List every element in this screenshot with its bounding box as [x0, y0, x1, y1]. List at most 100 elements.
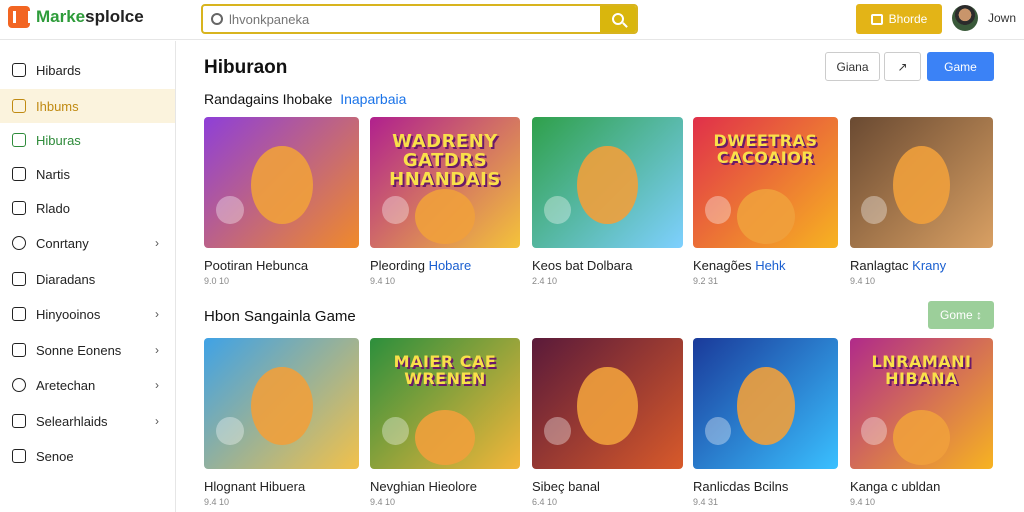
- game-title-text: Pleording: [370, 258, 425, 273]
- game-title[interactable]: Kanga c ubldan: [850, 479, 993, 494]
- game-title-text: Hlognant Hibuera: [204, 479, 306, 494]
- sidebar-item-label: Hinyooinos: [36, 306, 101, 322]
- game-thumbnail[interactable]: MAIER CAE WRENEN: [370, 338, 520, 469]
- game-button[interactable]: Game: [927, 52, 994, 81]
- game-title[interactable]: Ranlicdas Bcilns: [693, 479, 838, 494]
- sidebar-item[interactable]: Hibards: [0, 53, 175, 87]
- search-input[interactable]: [203, 6, 600, 32]
- settings-icon: [12, 236, 26, 250]
- game-card[interactable]: LNRAMANI HIBANA Kanga c ubldan 9.4 10: [850, 338, 993, 507]
- decor-shape: [382, 416, 409, 446]
- doc-icon: [12, 414, 26, 428]
- game-title[interactable]: Pootiran Hebunca: [204, 258, 359, 273]
- doc-icon: [12, 272, 26, 286]
- sidebar-item[interactable]: Aretechan ›: [0, 368, 175, 402]
- character-illustration: [250, 366, 313, 446]
- chevron-right-icon: ›: [155, 343, 159, 357]
- album-icon: [12, 99, 26, 113]
- game-thumbnail[interactable]: [204, 338, 359, 469]
- chevron-right-icon: ›: [155, 378, 159, 392]
- chevron-right-icon: ›: [155, 307, 159, 321]
- character-illustration: [577, 145, 638, 225]
- browse-button[interactable]: Bhorde: [856, 4, 942, 34]
- decor-shape: [861, 195, 888, 225]
- game-title-text: Ranlicdas Bcilns: [693, 479, 789, 494]
- game-thumbnail[interactable]: DWEETRAS CACOAIOR: [693, 117, 838, 248]
- section-2-game-button[interactable]: Gome ↕: [928, 301, 994, 329]
- sidebar-item-label: Sonne Eonens: [36, 342, 122, 358]
- section-title-1: Randagains Ihobake Inaparbaia: [204, 91, 406, 107]
- game-card[interactable]: DWEETRAS CACOAIOR Kenagões Hehk 9.2 31: [693, 117, 838, 286]
- expand-button[interactable]: ↗: [884, 52, 921, 81]
- decor-shape: [544, 416, 572, 446]
- game-card[interactable]: Ranlagtac Krany 9.4 10: [850, 117, 993, 286]
- game-title[interactable]: Kenagões Hehk: [693, 258, 838, 273]
- game-card[interactable]: Pootiran Hebunca 9.0 10: [204, 117, 359, 286]
- sidebar-item[interactable]: Sonne Eonens ›: [0, 333, 175, 367]
- game-rating: 9.4 10: [204, 497, 230, 507]
- magnifier-icon: [612, 13, 624, 25]
- sidebar-item[interactable]: Ihbums: [0, 89, 175, 123]
- game-card[interactable]: Hlognant Hibuera 9.4 10: [204, 338, 359, 507]
- game-thumbnail[interactable]: [532, 117, 683, 248]
- share-button[interactable]: Giana: [825, 52, 880, 81]
- avatar[interactable]: [952, 5, 978, 31]
- game-card[interactable]: WADRENY GATDRS HNANDAIS Pleording Hobare 9…: [370, 117, 520, 286]
- edit-icon: [12, 343, 26, 357]
- square-icon: [12, 307, 26, 321]
- game-title-highlight: Hobare: [428, 258, 472, 273]
- game-title[interactable]: Sibeç banal: [532, 479, 683, 494]
- sidebar-item-label: Aretechan: [36, 377, 96, 393]
- game-title[interactable]: Keos bat Dolbara: [532, 258, 683, 273]
- game-title[interactable]: Pleording Hobare: [370, 258, 520, 273]
- logo-text-prefix: Marke: [36, 7, 86, 26]
- game-thumbnail[interactable]: [532, 338, 683, 469]
- user-name[interactable]: Jown: [988, 11, 1016, 25]
- logo-icon: [8, 6, 30, 28]
- character-illustration: [250, 145, 313, 225]
- sidebar-item[interactable]: Hinyooinos ›: [0, 297, 175, 331]
- logo-text-suffix: splolce: [85, 7, 144, 26]
- game-thumbnail[interactable]: [850, 117, 993, 248]
- game-rating: 9.4 10: [370, 276, 396, 286]
- search-button[interactable]: [600, 6, 636, 32]
- game-card[interactable]: Keos bat Dolbara 2.4 10: [532, 117, 683, 286]
- game-thumbnail[interactable]: WADRENY GATDRS HNANDAIS: [370, 117, 520, 248]
- app-logo[interactable]: Markesplolce: [8, 6, 144, 28]
- sidebar-item-label: Conrtany: [36, 235, 89, 251]
- sidebar-item-label: Hibards: [36, 62, 81, 78]
- sidebar-item[interactable]: Senoe: [0, 439, 175, 473]
- grid-icon: [12, 133, 26, 147]
- sidebar-item[interactable]: Nartis: [0, 157, 175, 191]
- game-title-highlight: Krany: [912, 258, 947, 273]
- game-rating: 9.4 10: [850, 497, 876, 507]
- sidebar-item[interactable]: Hiburas: [0, 123, 175, 157]
- character-illustration: [892, 145, 951, 225]
- game-thumbnail[interactable]: [204, 117, 359, 248]
- check-icon: [12, 167, 26, 181]
- section-1-link[interactable]: Inaparbaia: [340, 91, 406, 107]
- game-card[interactable]: Sibeç banal 6.4 10: [532, 338, 683, 507]
- sidebar-item[interactable]: Conrtany ›: [0, 226, 175, 260]
- thumbnail-title-text: MAIER CAE WRENEN: [393, 351, 497, 388]
- link-icon: [12, 449, 26, 463]
- game-thumbnail[interactable]: [693, 338, 838, 469]
- thumbnail-title-text: WADRENY GATDRS HNANDAIS: [389, 130, 501, 190]
- game-thumbnail[interactable]: LNRAMANI HIBANA: [850, 338, 993, 469]
- decor-shape: [216, 416, 245, 446]
- search-icon: [211, 13, 223, 25]
- sidebar-item-label: Rlado: [36, 200, 70, 216]
- sidebar-item[interactable]: Selearhlaids ›: [0, 404, 175, 438]
- thumbnail-title-text: DWEETRAS CACOAIOR: [713, 130, 818, 167]
- sidebar-item[interactable]: Diaradans: [0, 262, 175, 296]
- sidebar-item[interactable]: Rlado: [0, 191, 175, 225]
- game-rating: 6.4 10: [532, 497, 558, 507]
- game-title[interactable]: Ranlagtac Krany: [850, 258, 993, 273]
- game-title[interactable]: Hlognant Hibuera: [204, 479, 359, 494]
- game-title[interactable]: Nevghian Hieolore: [370, 479, 520, 494]
- decor-shape: [704, 416, 731, 446]
- character-illustration: [892, 410, 951, 466]
- game-card[interactable]: MAIER CAE WRENEN Nevghian Hieolore 9.4 10: [370, 338, 520, 507]
- doc-icon: [12, 201, 26, 215]
- game-card[interactable]: Ranlicdas Bcilns 9.4 31: [693, 338, 838, 507]
